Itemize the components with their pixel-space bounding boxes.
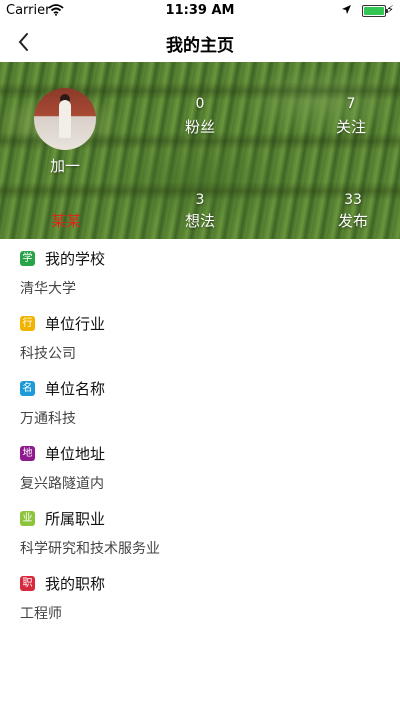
info-value: 万通科技: [20, 411, 76, 427]
ideas-count[interactable]: 3: [160, 192, 240, 208]
school-badge-icon: 学: [20, 251, 35, 266]
info-item-job-title[interactable]: 职 我的职称 工程师: [0, 564, 400, 629]
info-label: 我的学校: [45, 250, 106, 268]
address-badge-icon: 地: [20, 446, 35, 461]
occupation-badge-icon: 业: [20, 511, 35, 526]
info-item-school[interactable]: 学 我的学校 清华大学: [0, 239, 400, 304]
info-label: 单位名称: [45, 380, 106, 398]
avatar-figure: [59, 100, 71, 138]
battery-icon: [362, 5, 388, 17]
navigation-bar: 我的主页: [0, 22, 400, 62]
info-value: 清华大学: [20, 281, 76, 297]
followers-label[interactable]: 粉丝: [160, 116, 240, 137]
posts-count[interactable]: 33: [313, 192, 393, 208]
followers-count[interactable]: 0: [160, 96, 240, 112]
profile-name: 加一: [49, 157, 80, 175]
status-bar: Carrier 11:39 AM ⚡: [0, 0, 400, 22]
profile-red-label[interactable]: 某某: [26, 210, 106, 231]
info-value: 工程师: [20, 606, 62, 622]
avatar[interactable]: [34, 88, 96, 150]
info-item-company-name[interactable]: 名 单位名称 万通科技: [0, 369, 400, 434]
info-item-company-address[interactable]: 地 单位地址 复兴路隧道内: [0, 434, 400, 499]
info-item-occupation[interactable]: 业 所属职业 科学研究和技术服务业: [0, 499, 400, 564]
location-arrow-icon: [341, 4, 352, 19]
following-count[interactable]: 7: [311, 96, 391, 112]
info-value: 科学研究和技术服务业: [20, 541, 160, 557]
posts-label[interactable]: 发布: [313, 210, 393, 231]
industry-badge-icon: 行: [20, 316, 35, 331]
info-label: 所属职业: [45, 510, 106, 528]
info-item-industry[interactable]: 行 单位行业 科技公司: [0, 304, 400, 369]
info-value: 复兴路隧道内: [20, 476, 104, 492]
info-label: 单位行业: [45, 315, 106, 333]
page-title: 我的主页: [166, 36, 234, 56]
status-time: 11:39 AM: [165, 3, 235, 18]
info-value: 科技公司: [20, 346, 76, 362]
ideas-label[interactable]: 想法: [160, 210, 240, 231]
info-label: 单位地址: [45, 445, 106, 463]
info-label: 我的职称: [45, 575, 106, 593]
job-title-badge-icon: 职: [20, 576, 35, 591]
profile-header: 加一 0 粉丝 7 关注 3 想法 33 发布 某某: [0, 62, 400, 239]
profile-info-list: 学 我的学校 清华大学 行 单位行业 科技公司 名 单位名称 万通科技 地 单位…: [0, 239, 400, 629]
company-name-badge-icon: 名: [20, 381, 35, 396]
charging-icon: ⚡: [386, 3, 394, 16]
following-label[interactable]: 关注: [311, 116, 391, 137]
